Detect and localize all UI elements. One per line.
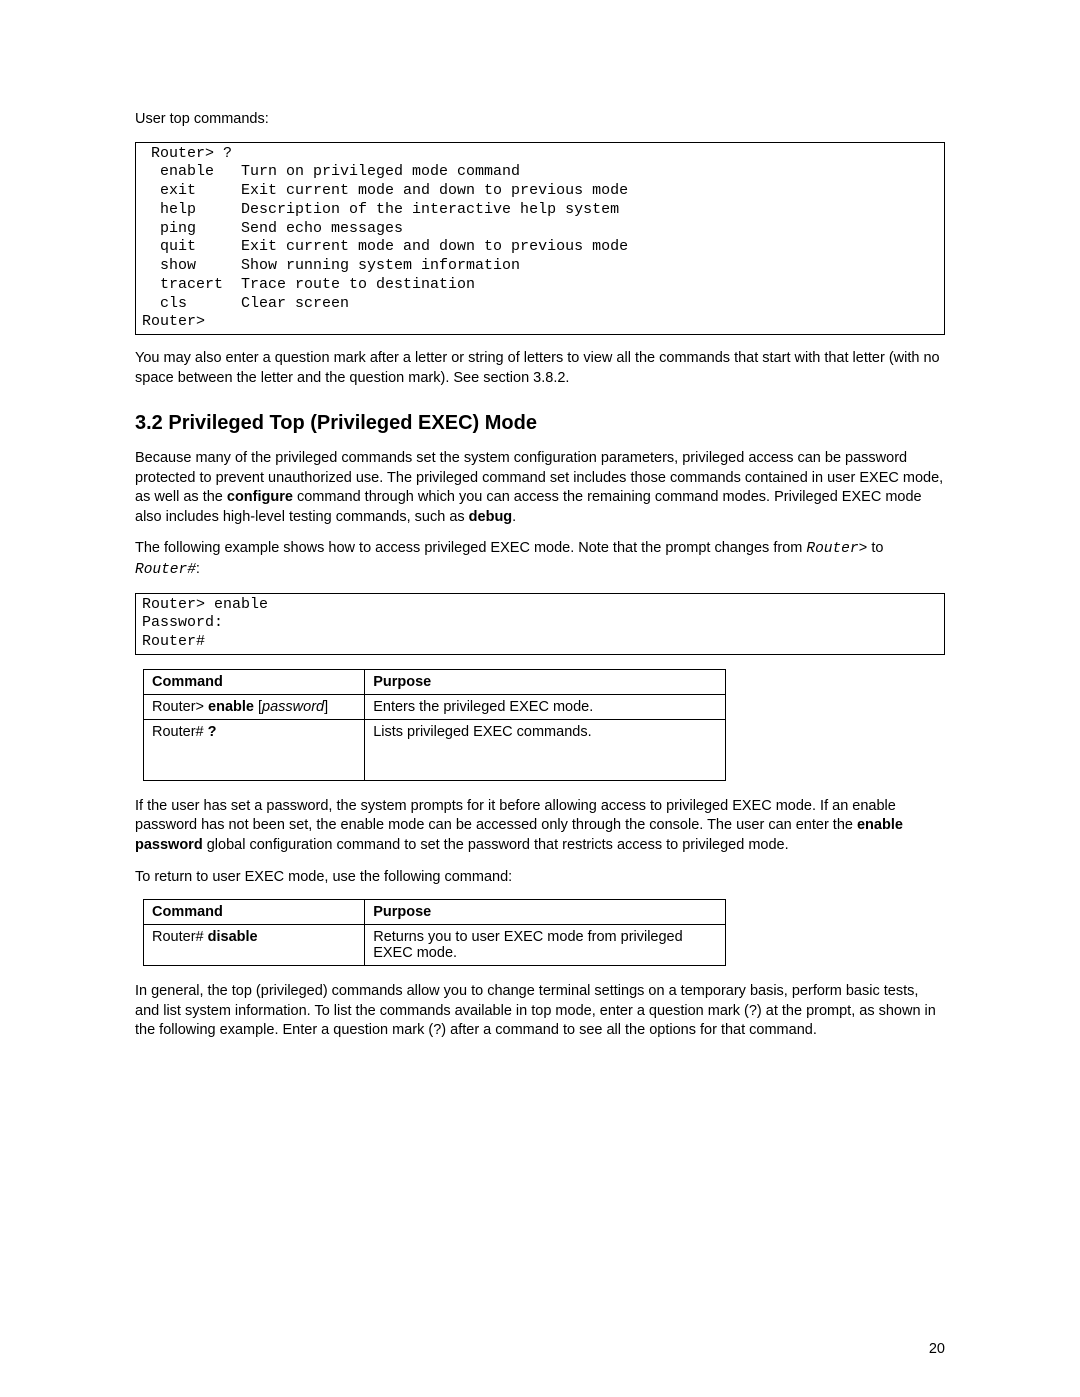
text-run: to — [867, 540, 883, 556]
table-row: Router> enable [password] Enters the pri… — [144, 694, 726, 719]
bold-disable: disable — [208, 929, 258, 945]
table-header-command: Command — [144, 900, 365, 925]
command-table-2: Command Purpose Router# disable Returns … — [143, 899, 726, 966]
table-header-command: Command — [144, 669, 365, 694]
text-run: ] — [324, 699, 328, 715]
table-header-row: Command Purpose — [144, 669, 726, 694]
table-row: Router# disable Returns you to user EXEC… — [144, 925, 726, 966]
paragraph-return: To return to user EXEC mode, use the fol… — [135, 868, 945, 888]
table-header-purpose: Purpose — [365, 669, 726, 694]
table-header-row: Command Purpose — [144, 900, 726, 925]
mono-router-user: Router> — [806, 541, 867, 557]
text-run: . — [512, 509, 516, 525]
section-heading-3-2: 3.2 Privileged Top (Privileged EXEC) Mod… — [135, 412, 945, 435]
cell-command-question: Router# ? — [144, 719, 365, 780]
paragraph-final: In general, the top (privileged) command… — [135, 982, 945, 1041]
text-run: : — [196, 561, 200, 577]
text-run: [ — [254, 699, 262, 715]
paragraph-question-mark-note: You may also enter a question mark after… — [135, 349, 945, 388]
text-run: The following example shows how to acces… — [135, 540, 806, 556]
italic-password: password — [262, 699, 324, 715]
cell-purpose-enable: Enters the privileged EXEC mode. — [365, 694, 726, 719]
cell-command-enable: Router> enable [password] — [144, 694, 365, 719]
code-block-enable: Router> enable Password: Router# — [135, 593, 945, 655]
bold-debug: debug — [469, 509, 513, 525]
paragraph-password-note: If the user has set a password, the syst… — [135, 797, 945, 856]
document-page: User top commands: Router> ? enable Turn… — [0, 0, 1080, 1397]
paragraph-privileged-intro: Because many of the privileged commands … — [135, 449, 945, 527]
text-run: Router> — [152, 699, 208, 715]
bold-enable: enable — [208, 699, 254, 715]
table-header-purpose: Purpose — [365, 900, 726, 925]
text-run: If the user has set a password, the syst… — [135, 798, 896, 834]
mono-router-priv: Router# — [135, 562, 196, 578]
cell-command-disable: Router# disable — [144, 925, 365, 966]
cell-purpose-question: Lists privileged EXEC commands. — [365, 719, 726, 780]
text-run: Router# — [152, 929, 208, 945]
bold-configure: configure — [227, 489, 293, 505]
paragraph-example-intro: The following example shows how to acces… — [135, 539, 945, 580]
page-number: 20 — [929, 1341, 945, 1357]
cell-purpose-disable: Returns you to user EXEC mode from privi… — [365, 925, 726, 966]
intro-paragraph: User top commands: — [135, 110, 945, 130]
text-run: Router# — [152, 724, 208, 740]
code-block-user-commands: Router> ? enable Turn on privileged mode… — [135, 142, 945, 336]
text-run: global configuration command to set the … — [203, 837, 789, 853]
table-row: Router# ? Lists privileged EXEC commands… — [144, 719, 726, 780]
bold-question: ? — [208, 724, 217, 740]
command-table-1: Command Purpose Router> enable [password… — [143, 669, 726, 781]
